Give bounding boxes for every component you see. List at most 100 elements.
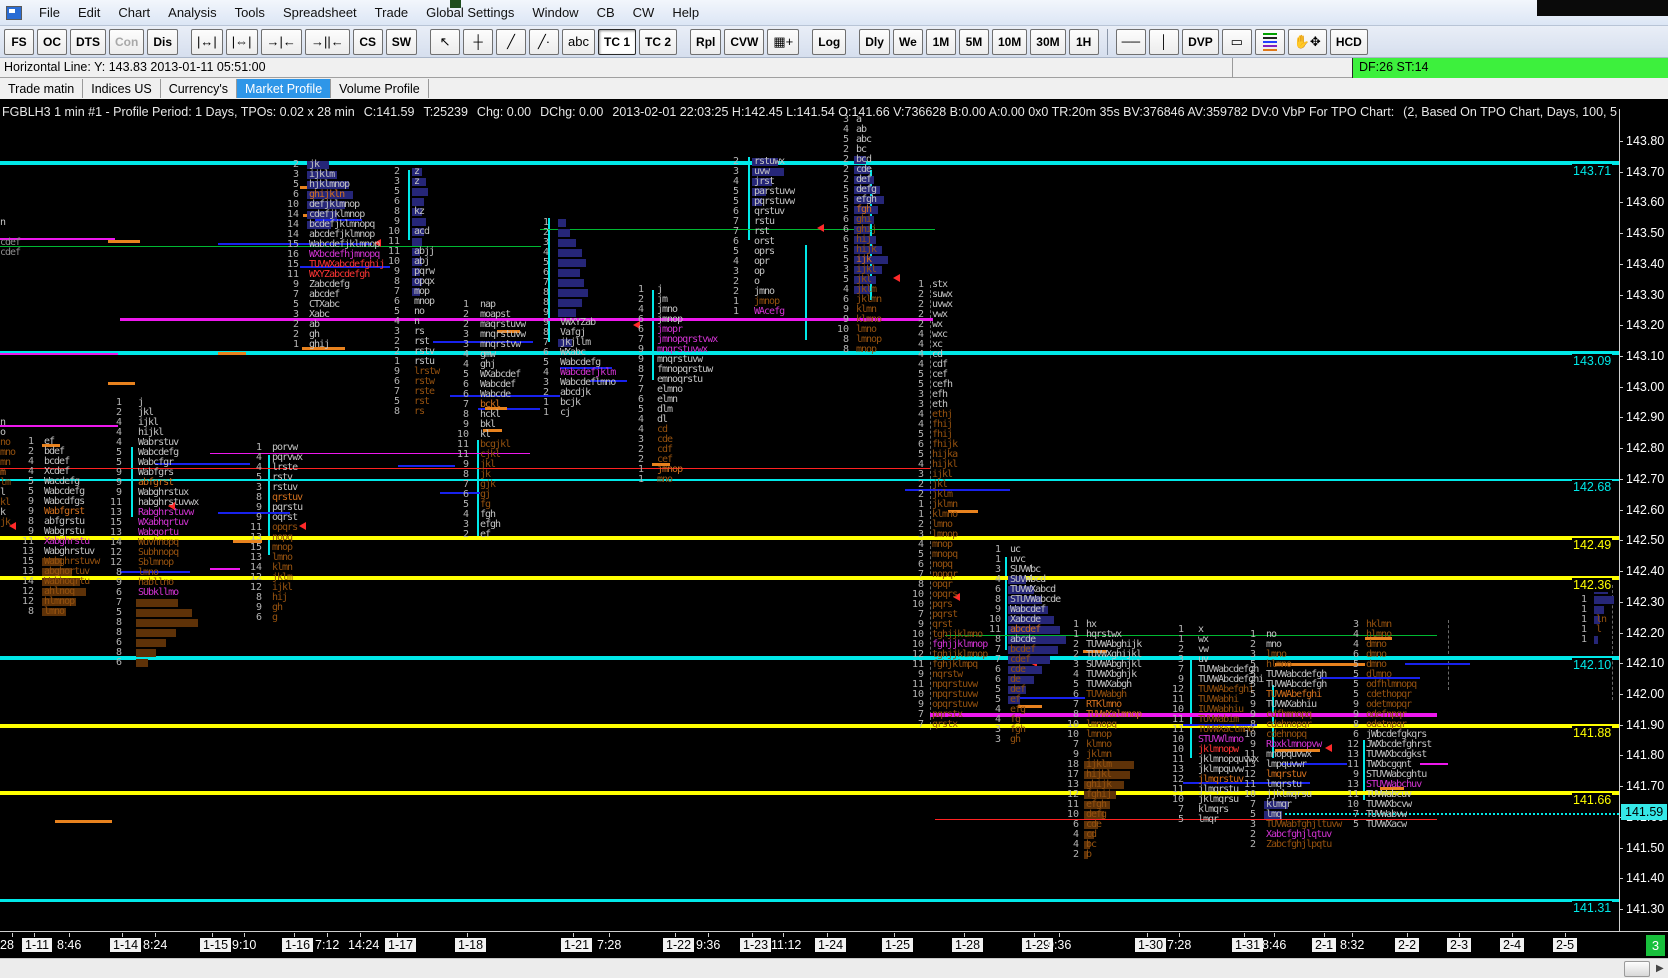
time-tick-mark [397,933,398,937]
chart-header-text: FGBLH3 1 min #1 - Profile Period: 1 Days… [2,105,1626,119]
time-tick-mark [1244,933,1245,937]
rectangle-icon[interactable]: ▭ [1221,28,1252,55]
tpo-volume-bar [412,238,422,246]
menu-item-analysis[interactable]: Analysis [159,1,225,24]
toolbar-button-log[interactable]: Log [812,28,847,55]
time-axis-label: 1-28 [952,938,984,952]
trendline-icon[interactable]: ╱ [496,28,527,55]
vertical-line-icon[interactable]: │ [1149,28,1180,55]
tpo-count: 1 [542,407,549,418]
expand-width-2-icon[interactable]: |⇔| [225,28,258,55]
status-df-st: DF:26 ST:14 [1352,58,1668,78]
collapse-width-icon[interactable]: →|← [260,28,302,55]
toolbar-button-5m[interactable]: 5M [958,28,989,55]
toolbar-button-10m[interactable]: 10M [991,28,1028,55]
tpo-letters-row: jk [0,517,11,528]
time-axis: 3 28 1-11 8:46 1-14 8:24 1-15 9:10 1-16 7:12 14:2… [0,933,1668,958]
toolbar-button-dly[interactable]: Dly [859,28,890,55]
menu-item-trade[interactable]: Trade [366,1,417,24]
poc-line [55,820,112,823]
time-tick-mark [964,933,965,937]
scrollbar-thumb[interactable] [1624,961,1650,977]
tpo-volume-bar [558,279,584,287]
tab-currency-s[interactable]: Currency's [161,79,238,98]
hand-move-icon[interactable]: ✋✥ [1287,28,1327,55]
tpo-volume-bar [412,218,426,226]
toolbar-button-tc-1[interactable]: TC 1 [598,28,637,55]
tab-volume-profile[interactable]: Volume Profile [331,79,429,98]
pointer-icon[interactable]: ↖ [430,28,461,55]
price-tick-mark [1619,417,1623,419]
time-tick-mark [34,933,35,937]
toolbar-button-dis[interactable]: Dis [147,28,179,55]
tpo-volume-bar [558,269,580,277]
tab-trade-matin[interactable]: Trade matin [0,79,84,98]
toolbar-button-cvw[interactable]: CVW [724,28,765,55]
horizontal-line-icon[interactable]: ── [1115,28,1147,55]
line-price-label: 142.49 [1572,538,1613,552]
tpo-letters-row: n [0,217,6,228]
tab-indices-us[interactable]: Indices US [83,79,161,98]
header-segment: 2013-02-01 22:03:25 H:142.45 L:141.54 O:… [612,105,1395,119]
toolbar-button-tc-2[interactable]: TC 2 [639,28,678,55]
toolbar-button-fs[interactable]: FS [4,28,34,55]
toolbar-button-hcd[interactable]: HCD [1329,28,1368,55]
profile-open-line [477,440,479,540]
toolbar-button-30m[interactable]: 30M [1030,28,1066,55]
text-tool-icon[interactable]: abc [562,28,596,55]
toolbar-button-we[interactable]: We [892,28,923,55]
time-tick-mark [752,933,753,937]
menu-item-edit[interactable]: Edit [69,1,109,24]
tab-market-profile[interactable]: Market Profile [237,79,332,98]
price-tick-label: 141.40 [1626,871,1665,886]
horizontal-scrollbar[interactable]: ▶ [0,958,1668,978]
fib-retracement-icon[interactable] [1254,28,1285,55]
time-tick-mark [244,933,245,937]
menu-item-help[interactable]: Help [663,1,708,24]
tpo-volume-bar [558,219,566,227]
menu-item-cw[interactable]: CW [624,1,664,24]
tpo-volume-bar [1594,606,1604,614]
line-price-label: 143.09 [1572,354,1613,368]
toolbar-button-dts[interactable]: DTS [70,28,106,55]
alert-arrow-icon [9,522,16,530]
time-axis-label: 14:24 [348,938,380,952]
toolbar-button-1h[interactable]: 1H [1068,28,1099,55]
toolbar-button-cs[interactable]: CS [352,28,383,55]
crosshair-icon[interactable]: ┼ [463,28,494,55]
ray-icon[interactable]: ╱· [529,28,560,55]
tpo-grid-icon[interactable]: ▦+ [767,28,800,55]
toolbar-button-1m[interactable]: 1M [925,28,956,55]
collapse-width-2-icon[interactable]: →||← [304,28,350,55]
toolbar-button-oc[interactable]: OC [37,28,67,55]
time-tick-mark [1324,933,1325,937]
expand-width-icon[interactable]: |↔| [191,28,223,55]
toolbar-button-rpl[interactable]: Rpl [690,28,722,55]
price-tick-label: 143.80 [1626,134,1665,148]
tpo-count: 1 [292,339,299,350]
menu-item-file[interactable]: File [30,1,69,24]
time-axis-label: 2-3 [1447,938,1472,952]
alert-arrow-icon [893,274,900,282]
toolbar-button-sw[interactable]: SW [385,28,418,55]
scrollbar-right-arrow[interactable]: ▶ [1656,963,1664,974]
time-axis-label: 2-2 [1395,938,1420,952]
tpo-chart-area[interactable]: FGBLH3 1 min #1 - Profile Period: 1 Days… [0,99,1668,958]
time-axis-label: 1-23 [740,938,772,952]
menu-item-chart[interactable]: Chart [109,1,159,24]
menu-item-window[interactable]: Window [523,1,587,24]
price-tick-label: 141.30 [1626,902,1665,916]
value-area-line [1405,663,1470,665]
tpo-volume-bar [558,259,586,267]
toolbar-button-con[interactable]: Con [109,28,145,55]
horizontal-price-line [0,246,541,247]
menu-item-global-settings[interactable]: Global Settings [417,1,523,24]
menu-item-tools[interactable]: Tools [226,1,274,24]
time-axis-label: 1-22 [663,938,695,952]
time-axis-label: 1-17 [385,938,417,952]
toolbar-button-dvp[interactable]: DVP [1182,28,1219,55]
tpo-volume-bar [558,309,576,317]
time-axis-label: 2-1 [1312,938,1337,952]
menu-item-spreadsheet[interactable]: Spreadsheet [274,1,366,24]
menu-item-cb[interactable]: CB [588,1,624,24]
